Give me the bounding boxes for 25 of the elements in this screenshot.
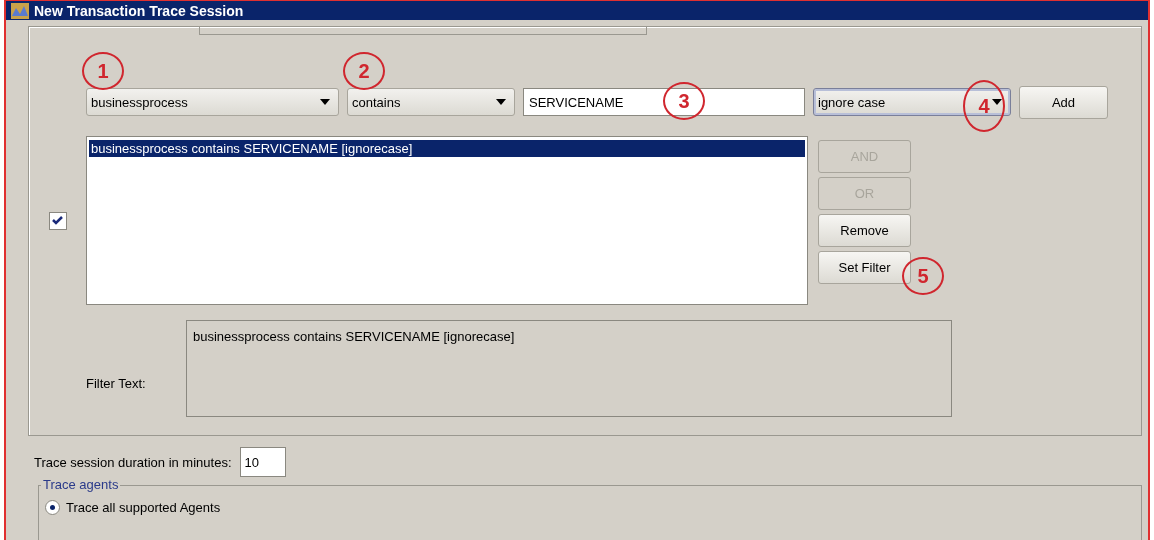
filter-checkbox[interactable] xyxy=(48,211,67,230)
radio-label: Trace all supported Agents xyxy=(66,500,221,515)
filter-text-area: businessprocess contains SERVICENAME [ignorecase] xyxy=(186,320,952,417)
duration-input-field[interactable]: 10 xyxy=(239,447,286,477)
caret-icon xyxy=(496,99,506,105)
radio-button[interactable] xyxy=(45,500,60,515)
add-button[interactable]: Add xyxy=(1019,85,1108,119)
annotation-circle: 4 xyxy=(963,80,1005,132)
window-title: New Transaction Trace Session xyxy=(34,2,244,19)
annotation-circle: 1 xyxy=(82,52,124,90)
filter-action-button[interactable]: Remove xyxy=(818,214,911,247)
duration-label: Trace session duration in minutes: xyxy=(34,454,232,470)
annotation-circle: 3 xyxy=(663,82,705,120)
caret-icon xyxy=(320,99,330,105)
operator-dropdown[interactable]: contains xyxy=(347,88,515,116)
filter-action-button[interactable]: Set Filter xyxy=(818,251,911,284)
app-icon xyxy=(10,1,30,20)
check-icon xyxy=(52,216,63,225)
annotation-circle: 5 xyxy=(902,257,944,295)
group-title: Trace agents xyxy=(41,477,121,492)
annotation-circle: 2 xyxy=(343,52,385,90)
caret-icon xyxy=(992,99,1002,105)
filter-text-label: Filter Text: xyxy=(86,376,147,391)
field-dropdown[interactable]: businessprocess xyxy=(86,88,339,116)
filter-list-item[interactable]: businessprocess contains SERVICENAME [ignorecase] xyxy=(89,140,805,157)
